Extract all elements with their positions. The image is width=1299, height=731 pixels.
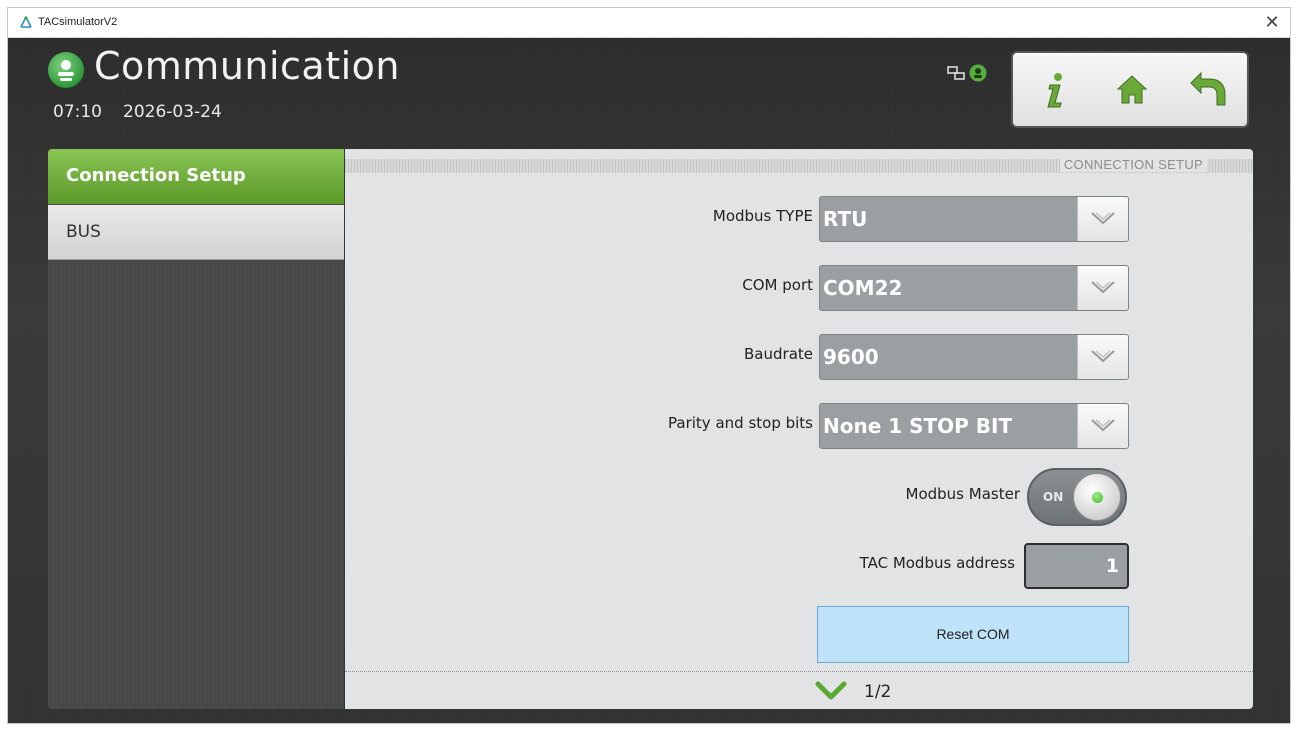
tac-address-value: 1	[1105, 555, 1119, 577]
sidebar: Connection Setup BUS	[48, 149, 344, 709]
chevron-down-icon	[815, 681, 847, 700]
page-indicator: 1/2	[864, 682, 892, 702]
modbus-master-toggle[interactable]: ON	[1027, 468, 1127, 526]
chevron-down-icon	[1077, 335, 1128, 379]
app-window: TACsimulatorV2 ✕ Communication 07:10 202…	[7, 7, 1291, 724]
reset-com-label: Reset COM	[936, 626, 1010, 642]
connection-setup-panel: CONNECTION SETUP Modbus TYPE RTU COM por…	[345, 149, 1253, 709]
next-page-button[interactable]	[815, 679, 847, 703]
com-port-dropdown[interactable]: COM22	[819, 265, 1129, 311]
panel-section-title: CONNECTION SETUP	[1059, 157, 1207, 172]
page-title: Communication	[94, 44, 401, 88]
baudrate-dropdown[interactable]: 9600	[819, 334, 1129, 380]
user-status-icon	[969, 64, 987, 82]
parity-dropdown[interactable]: None 1 STOP BIT	[819, 403, 1129, 449]
chevron-down-icon	[1077, 266, 1128, 310]
tac-address-label: TAC Modbus address	[859, 554, 1015, 572]
modbus-type-value: RTU	[823, 207, 868, 231]
chevron-down-icon	[1077, 404, 1128, 448]
parity-value: None 1 STOP BIT	[823, 414, 1013, 438]
com-port-label: COM port	[742, 276, 813, 294]
baudrate-value: 9600	[823, 345, 879, 369]
app-logo-icon	[20, 16, 32, 28]
toggle-state-text: ON	[1043, 490, 1064, 504]
user-group-icon	[48, 52, 84, 88]
clock-time: 07:10	[53, 102, 102, 122]
baudrate-label: Baudrate	[744, 345, 813, 363]
title-bar: TACsimulatorV2 ✕	[8, 8, 1290, 38]
sidebar-item-label: Connection Setup	[66, 165, 246, 186]
pager-divider	[345, 671, 1253, 672]
status-icons	[945, 63, 1005, 83]
window-title: TACsimulatorV2	[38, 16, 118, 28]
toggle-knob	[1073, 473, 1121, 521]
sidebar-item-label: BUS	[66, 222, 101, 242]
modbus-type-dropdown[interactable]: RTU	[819, 196, 1129, 242]
home-icon	[1116, 75, 1148, 104]
com-port-value: COM22	[823, 276, 903, 300]
info-icon	[1047, 73, 1062, 108]
status-led-icon	[1092, 492, 1103, 503]
info-button[interactable]	[1033, 67, 1077, 111]
parity-label: Parity and stop bits	[668, 414, 813, 432]
home-button[interactable]	[1110, 67, 1154, 111]
reset-com-button[interactable]: Reset COM	[817, 606, 1129, 663]
nav-button-group	[1011, 51, 1249, 128]
network-icon	[947, 66, 965, 80]
sidebar-item-connection-setup[interactable]: Connection Setup	[48, 149, 344, 204]
back-button[interactable]	[1187, 67, 1231, 111]
modbus-type-label: Modbus TYPE	[712, 207, 813, 225]
close-button[interactable]: ✕	[1260, 11, 1284, 35]
clock-date: 2026-03-24	[123, 102, 222, 122]
back-icon	[1190, 71, 1226, 106]
sidebar-item-bus[interactable]: BUS	[48, 205, 344, 260]
chevron-down-icon	[1077, 197, 1128, 241]
modbus-master-label: Modbus Master	[905, 485, 1020, 503]
tac-address-input[interactable]: 1	[1024, 543, 1129, 589]
app-content: Communication 07:10 2026-03-24 Connectio…	[8, 38, 1290, 723]
